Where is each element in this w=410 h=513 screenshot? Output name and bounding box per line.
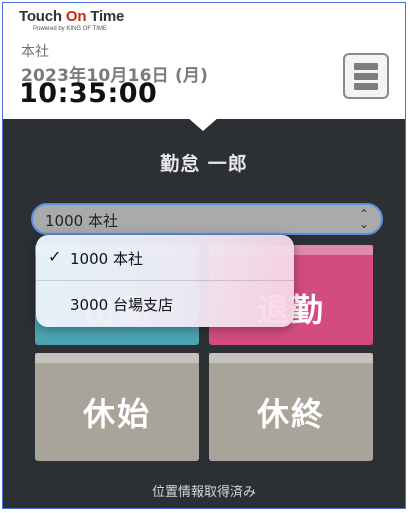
logo-subtext: Powered by KING OF TIME [33, 26, 107, 32]
logo-text: Touch On Time [19, 8, 125, 25]
break-end-label: 休終 [256, 395, 325, 433]
dropdown-option-honsha[interactable]: ✓ 1000 本社 [36, 235, 294, 280]
break-start-button[interactable]: 休始 [35, 353, 199, 461]
menu-button[interactable] [343, 53, 389, 99]
location-status: 位置情報取得済み [151, 485, 256, 500]
header: Touch On Time Powered by KING OF TIME 本社… [3, 3, 405, 119]
user-name: 勤怠 一郎 [160, 153, 248, 175]
dropdown-option-label: 3000 台場支店 [70, 296, 173, 314]
location-select[interactable]: 1000 本社 ⌃ ⌄ [31, 203, 383, 235]
touch-on-time-logo: Touch On Time Powered by KING OF TIME [19, 9, 139, 39]
chevron-up-down-icon: ⌃ ⌄ [358, 207, 369, 231]
break-end-button[interactable]: 休終 [209, 353, 373, 461]
dropdown-option-label: 1000 本社 [70, 250, 143, 268]
location-select-value: 1000 本社 [45, 212, 118, 230]
location-dropdown-menu: ✓ 1000 本社 3000 台場支店 [36, 235, 294, 327]
dropdown-option-daiba[interactable]: 3000 台場支店 [36, 281, 294, 326]
app-frame: Touch On Time Powered by KING OF TIME 本社… [2, 2, 406, 509]
current-time: 10:35:00 [19, 78, 158, 109]
break-start-label: 休始 [82, 395, 151, 433]
header-pointer [187, 117, 219, 131]
checkmark-icon: ✓ [48, 247, 62, 266]
company-name: 本社 [21, 44, 49, 60]
